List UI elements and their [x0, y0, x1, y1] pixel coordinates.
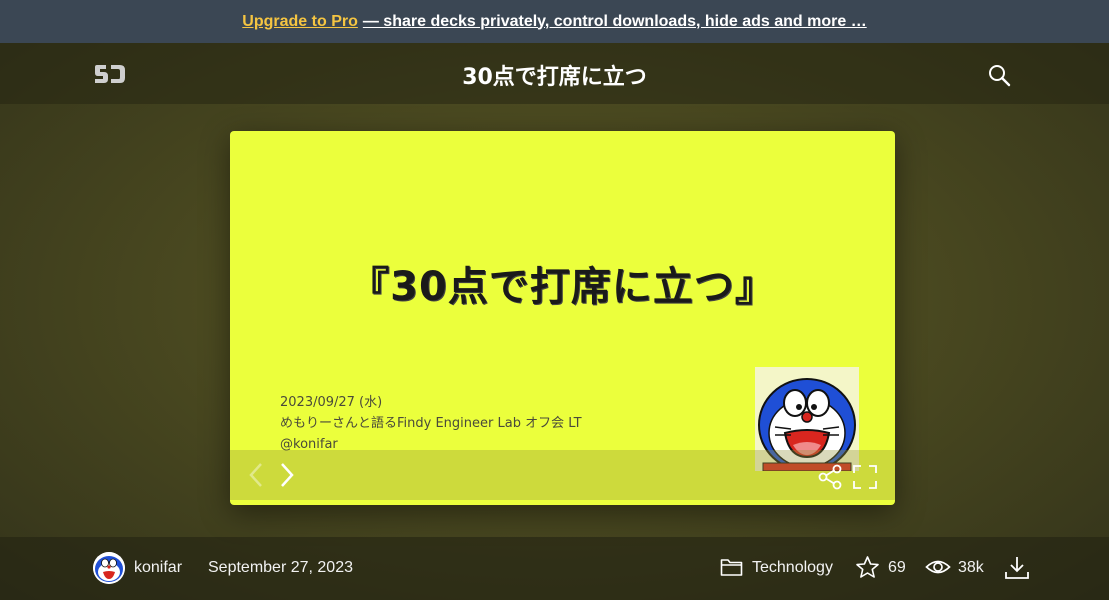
eye-icon [925, 560, 951, 574]
header: 30点で打席に立つ [0, 43, 1109, 104]
category-link[interactable]: Technology [752, 559, 833, 577]
slide-viewer[interactable]: 『30点で打席に立つ』 2023/09/27 (水) めもりーさんと語るFind… [230, 131, 895, 505]
chevron-left-icon[interactable] [247, 462, 265, 488]
publish-date: September 27, 2023 [208, 559, 353, 576]
slide-controls [230, 450, 895, 500]
star-icon[interactable] [855, 555, 880, 580]
chevron-right-icon[interactable] [278, 462, 296, 488]
slide-title: 『30点で打席に立つ』 [349, 264, 776, 310]
promo-message-link[interactable]: — share decks privately, control downloa… [363, 13, 867, 31]
search-icon[interactable] [987, 63, 1011, 87]
slide-date: 2023/09/27 (水) [280, 395, 383, 410]
download-icon[interactable] [1004, 555, 1030, 581]
fullscreen-icon[interactable] [852, 464, 878, 490]
upgrade-link[interactable]: Upgrade to Pro [242, 13, 358, 31]
promo-banner: Upgrade to Pro — share decks privately, … [0, 0, 1109, 43]
view-count: 38k [958, 559, 984, 576]
share-icon[interactable] [817, 464, 843, 490]
avatar[interactable] [93, 552, 125, 584]
slide-event: めもりーさんと語るFindy Engineer Lab オフ会 LT [280, 416, 582, 431]
star-count: 69 [888, 559, 906, 576]
deck-info-bar: konifar September 27, 2023 Technology 69… [0, 537, 1109, 600]
slide-meta: 2023/09/27 (水) めもりーさんと語るFindy Engineer L… [280, 392, 582, 455]
author-name[interactable]: konifar [134, 559, 182, 577]
folder-icon [720, 559, 743, 576]
page-title: 30点で打席に立つ [462, 65, 647, 90]
